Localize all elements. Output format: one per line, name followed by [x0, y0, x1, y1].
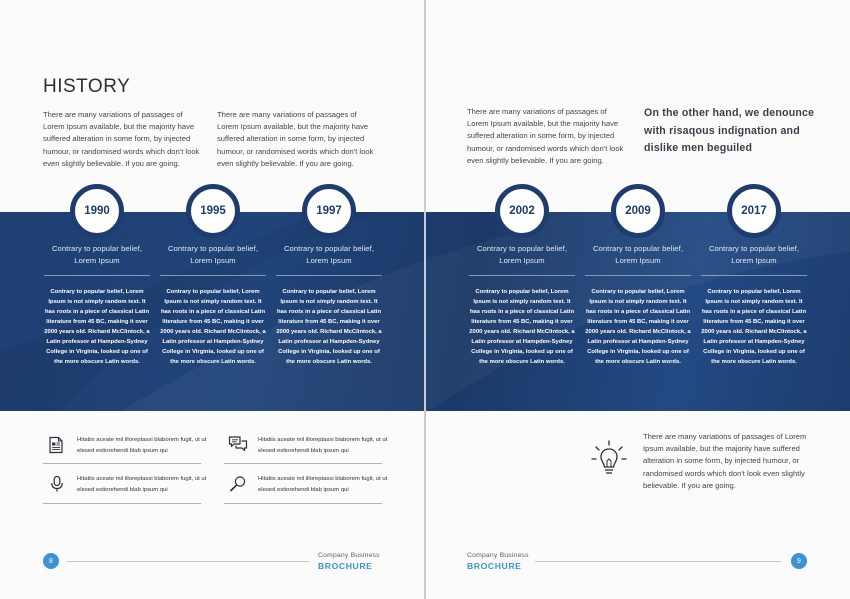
- page-fold: [424, 0, 426, 599]
- feature-divider: [43, 503, 201, 504]
- year-circle-1997: 1997: [302, 184, 356, 238]
- timeline-body-1997: Contrary to popular belief, Lorem Ipsum …: [276, 289, 382, 365]
- timeline-title-2009: Contrary to popular belief, Lorem Ipsum: [592, 244, 684, 265]
- timeline-title-1995: Contrary to popular belief, Lorem Ipsum: [167, 244, 259, 265]
- feature-text-search: Hitatiis aceate mil illoreptassi blabore…: [258, 476, 388, 493]
- timeline-divider-1997: [276, 275, 382, 276]
- footer-brand-right: BROCHURE: [467, 561, 522, 571]
- footer-company-left: Company Business: [318, 552, 380, 559]
- feature-divider: [43, 463, 201, 464]
- page-number-left: 8: [43, 553, 59, 569]
- intro-paragraph-page-9: There are many variations of passages of…: [467, 107, 624, 165]
- timeline-title-1997: Contrary to popular belief, Lorem Ipsum: [283, 244, 375, 265]
- timeline-body-2017: Contrary to popular belief, Lorem Ipsum …: [701, 289, 807, 365]
- year-circle-2002: 2002: [495, 184, 549, 238]
- timeline-divider-1990: [44, 275, 150, 276]
- page-number-right: 9: [791, 553, 807, 569]
- pull-quote: On the other hand, we denounce with risa…: [644, 107, 815, 154]
- timeline-divider-1995: [160, 275, 266, 276]
- year-circle-1995: 1995: [186, 184, 240, 238]
- year-circle-1990: 1990: [70, 184, 124, 238]
- timeline-divider-2002: [469, 275, 575, 276]
- footer-rule-left: [66, 561, 309, 562]
- year-circle-2009: 2009: [611, 184, 665, 238]
- footer-rule-right: [535, 561, 781, 562]
- chat-bubbles-icon: [228, 436, 248, 452]
- tip-paragraph: There are many variations of passages of…: [643, 432, 807, 490]
- timeline-body-1990: Contrary to popular belief, Lorem Ipsum …: [44, 289, 150, 365]
- year-circle-2017: 2017: [727, 184, 781, 238]
- microphone-icon: [51, 475, 63, 492]
- timeline-body-2002: Contrary to popular belief, Lorem Ipsum …: [469, 289, 575, 365]
- lightbulb-icon: [591, 440, 627, 474]
- footer-company-right: Company Business: [467, 552, 529, 559]
- intro-paragraph-left: There are many variations of passages of…: [43, 110, 200, 168]
- feature-divider: [224, 503, 382, 504]
- intro-paragraph-right: There are many variations of passages of…: [217, 110, 374, 168]
- timeline-title-1990: Contrary to popular belief, Lorem Ipsum: [51, 244, 143, 265]
- timeline-divider-2017: [701, 275, 807, 276]
- feature-text-document: Hitatiis aceate mil illoreptassi blabore…: [77, 437, 207, 454]
- feature-divider: [224, 463, 382, 464]
- timeline-title-2017: Contrary to popular belief, Lorem Ipsum: [708, 244, 800, 265]
- magnifier-icon: [230, 476, 246, 492]
- feature-text-microphone: Hitatiis aceate mil illoreptassi blabore…: [77, 476, 207, 493]
- timeline-divider-2009: [585, 275, 691, 276]
- timeline-body-1995: Contrary to popular belief, Lorem Ipsum …: [160, 289, 266, 365]
- document-icon: [49, 436, 63, 454]
- feature-text-chat: Hitatiis aceate mil illoreptassi blabore…: [258, 437, 388, 454]
- timeline-title-2002: Contrary to popular belief, Lorem Ipsum: [476, 244, 568, 265]
- page-heading: HISTORY: [43, 76, 131, 97]
- footer-brand-left: BROCHURE: [318, 561, 373, 571]
- timeline-body-2009: Contrary to popular belief, Lorem Ipsum …: [585, 289, 691, 365]
